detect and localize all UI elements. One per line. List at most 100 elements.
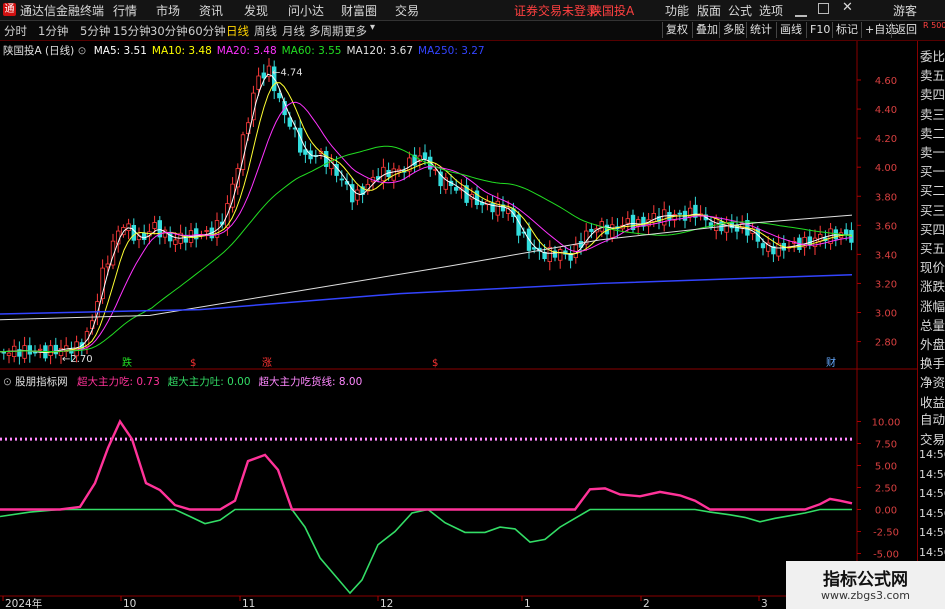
chart-canvas[interactable]: 4.60 4.40 4.20 4.00 3.80 3.60 3.40 3.20 3.00 2.80…	[0, 41, 917, 609]
candle-body	[152, 222, 157, 229]
candle-body	[131, 225, 136, 241]
draw-line-button[interactable]: 画线	[776, 22, 805, 38]
side-panel-item[interactable]: 涨幅	[920, 296, 945, 315]
candle-body	[256, 75, 261, 90]
side-panel-item[interactable]: 换手	[920, 353, 945, 372]
side-panel-item[interactable]: 卖五	[920, 65, 945, 84]
menu-function[interactable]: 功能	[665, 2, 689, 19]
side-panel-item[interactable]: 卖三	[920, 104, 945, 123]
tab-period-multi[interactable]: 多周期	[309, 23, 344, 39]
candle-body	[558, 249, 563, 261]
menu-wealth[interactable]: 财富圈	[341, 2, 377, 19]
tab-period-1min[interactable]: 1分钟	[38, 23, 68, 39]
quote-side-panel: 委比 卖五 卖四 卖三 卖二 卖一 买一 买二 买三 买四 买五 现价 涨跌 涨幅 总量 外盘 换手 净资 收益 自动…	[917, 41, 945, 609]
tab-period-monthly[interactable]: 月线	[282, 23, 305, 39]
side-panel-item[interactable]: 净资	[920, 372, 945, 391]
side-panel-item[interactable]: 14:56	[919, 468, 945, 481]
side-panel-item[interactable]: 委比	[920, 46, 945, 65]
side-panel-item[interactable]: 涨跌	[920, 276, 945, 295]
candle-body	[677, 212, 682, 215]
side-panel-item[interactable]: 14:56	[919, 546, 945, 559]
side-panel-item[interactable]: 14:56	[919, 526, 945, 539]
period-toolbar: 分时 1分钟 5分钟 15分钟 30分钟 60分钟 日线 周线 月线 多周期 更…	[0, 21, 945, 41]
candle-body	[27, 345, 32, 355]
side-panel-item[interactable]: 收益	[920, 392, 945, 411]
statistics-button[interactable]: 统计	[746, 22, 775, 38]
side-panel-item[interactable]: 卖一	[920, 142, 945, 161]
side-panel-item[interactable]: 14:56	[919, 448, 945, 461]
f10-button[interactable]: F10	[806, 22, 833, 38]
mark-button[interactable]: 标记	[832, 22, 861, 38]
candle-body	[516, 214, 521, 236]
x-tick-label: 12	[380, 598, 393, 609]
indicator-tick-label: -2.50	[873, 528, 899, 539]
watermark: 指标公式网 www.zbgs3.com	[786, 561, 945, 609]
menu-options[interactable]: 选项	[759, 2, 783, 19]
side-panel-item[interactable]: 买二	[920, 180, 945, 199]
minimize-icon[interactable]	[795, 1, 807, 17]
candle-body	[625, 218, 630, 224]
tab-period-weekly[interactable]: 周线	[254, 23, 277, 39]
tab-period-intraday[interactable]: 分时	[4, 23, 27, 39]
tab-period-daily[interactable]: 日线	[226, 23, 249, 39]
side-panel-item[interactable]: 买三	[920, 200, 945, 219]
menu-trade[interactable]: 交易	[395, 2, 419, 19]
indicator-tick-label: 2.50	[875, 484, 897, 495]
tab-period-5min[interactable]: 5分钟	[80, 23, 110, 39]
menu-ask[interactable]: 问小达	[288, 2, 324, 19]
candle-body	[126, 223, 131, 231]
tab-period-15min[interactable]: 15分钟	[113, 23, 151, 39]
close-icon[interactable]: ✕	[842, 0, 853, 15]
menu-quotes[interactable]: 行情	[113, 2, 137, 19]
menu-formula[interactable]: 公式	[728, 2, 752, 19]
side-panel-item[interactable]: 买四	[920, 219, 945, 238]
indicator-tick-label: 0.00	[875, 506, 897, 517]
event-marker: $	[190, 358, 196, 369]
side-panel-item[interactable]: 自动	[920, 409, 945, 428]
x-tick-label: 11	[242, 598, 255, 609]
watermark-title: 指标公式网	[823, 570, 908, 590]
overlay-button[interactable]: 叠加	[692, 22, 721, 38]
event-marker: 财	[826, 356, 836, 369]
price-tick-label: 4.20	[875, 134, 897, 145]
side-panel-item[interactable]: 卖二	[920, 123, 945, 142]
side-panel-item[interactable]: 外盘	[920, 334, 945, 353]
restore-icon[interactable]	[818, 3, 829, 14]
back-button[interactable]: 返回	[891, 22, 920, 38]
stock-name-title: 陕国投A	[590, 4, 635, 18]
side-panel-item[interactable]: 买一	[920, 161, 945, 180]
side-panel-item[interactable]: 卖四	[920, 84, 945, 103]
candle-body	[610, 224, 615, 238]
price-tick-label: 4.60	[875, 76, 897, 87]
menu-news[interactable]: 资讯	[199, 2, 223, 19]
candle-body	[339, 178, 344, 181]
tab-period-60min[interactable]: 60分钟	[188, 23, 226, 39]
title-bar: 通 通达信金融终端 行情 市场 资讯 发现 问小达 财富圈 交易 证券交易未登录…	[0, 0, 945, 21]
multi-stock-button[interactable]: 多股	[719, 22, 748, 38]
side-panel-item[interactable]: 现价	[920, 257, 945, 276]
price-tick-label: 3.20	[875, 279, 897, 290]
restore-rights-button[interactable]: 复权	[662, 22, 691, 38]
corner-label: R 500	[923, 21, 945, 30]
tab-period-more[interactable]: 更多	[344, 23, 367, 39]
candle-body	[453, 187, 459, 191]
price-tick-label: 3.00	[875, 309, 897, 320]
candle-body	[474, 190, 480, 205]
side-panel-item[interactable]: 14:56	[919, 507, 945, 520]
chevron-down-icon[interactable]: ▾	[370, 22, 375, 33]
menu-market[interactable]: 市场	[156, 2, 180, 19]
candle-body	[261, 72, 266, 79]
side-panel-item[interactable]: 14:56	[919, 487, 945, 500]
menu-discover[interactable]: 发现	[244, 2, 268, 19]
login-status[interactable]: 证券交易未登录	[514, 2, 598, 19]
candle-body	[355, 189, 360, 201]
guest-label[interactable]: 游客	[893, 2, 917, 19]
tab-period-30min[interactable]: 30分钟	[150, 23, 188, 39]
side-panel-item[interactable]: 交易	[920, 429, 945, 448]
side-panel-item[interactable]: 买五	[920, 238, 945, 257]
candle-body	[422, 152, 428, 160]
side-panel-item[interactable]: 总量	[920, 315, 945, 334]
candle-body	[105, 263, 110, 268]
menu-layout[interactable]: 版面	[697, 2, 721, 19]
price-tick-label: 3.60	[875, 221, 897, 232]
